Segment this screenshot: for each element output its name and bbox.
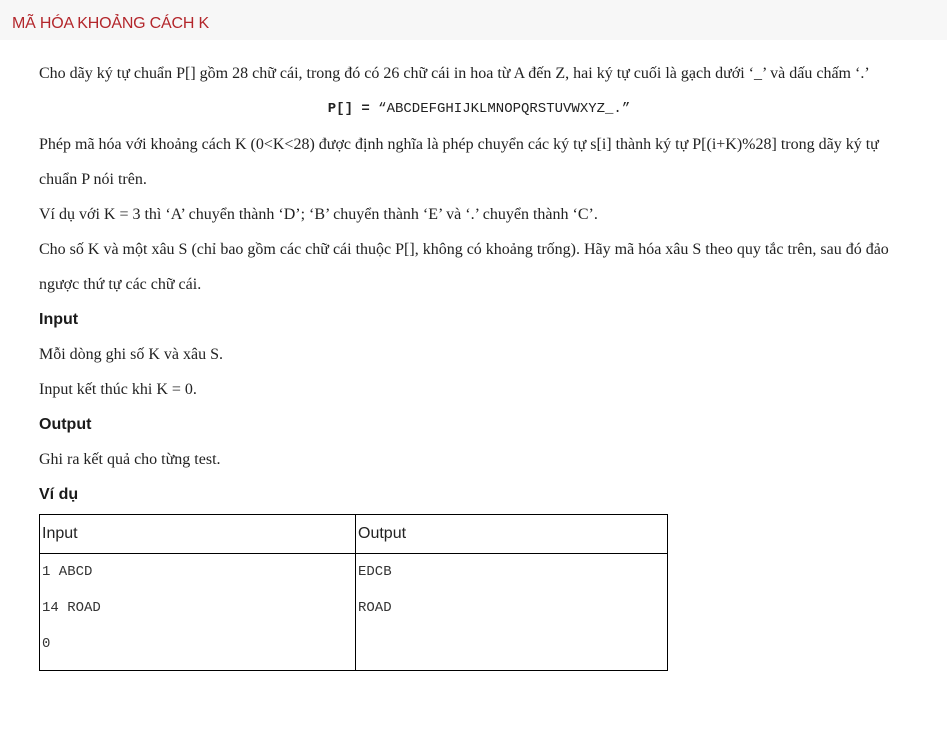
table-header-input: Input <box>39 514 356 554</box>
output-cell-line: ROAD <box>358 600 392 616</box>
input-cell: 1 ABCD 14 ROAD 0 <box>39 553 356 671</box>
definition-paragraph: Phép mã hóa với khoảng cách K (0<K<28) đ… <box>39 136 879 188</box>
intro-paragraph: Cho dãy ký tự chuẩn P[] gồm 28 chữ cái, … <box>39 65 870 82</box>
output-cell-line <box>358 634 665 670</box>
table-row: 1 ABCD 14 ROAD 0 EDCB ROAD <box>39 553 668 671</box>
input-line-1: Mỗi dòng ghi số K và xâu S. <box>39 346 223 363</box>
example-heading: Ví dụ <box>39 486 79 503</box>
input-cell-line: 0 <box>42 636 51 652</box>
problem-statement: Cho dãy ký tự chuẩn P[] gồm 28 chữ cái, … <box>39 56 919 671</box>
input-line-2: Input kết thúc khi K = 0. <box>39 381 197 398</box>
output-cell: EDCB ROAD <box>355 553 668 671</box>
output-heading: Output <box>39 416 92 433</box>
formula: P[] = “ABCDEFGHIJKLMNOPQRSTUVWXYZ_.” <box>39 91 919 127</box>
formula-rhs: “ABCDEFGHIJKLMNOPQRSTUVWXYZ_.” <box>369 101 631 117</box>
example-table: Input Output 1 ABCD 14 ROAD 0 EDCB ROAD <box>39 514 668 671</box>
page-title: MÃ HÓA KHOẢNG CÁCH K <box>12 15 209 32</box>
table-header-row: Input Output <box>39 514 668 554</box>
table-header-output: Output <box>355 514 668 554</box>
input-cell-line: 1 ABCD <box>42 564 93 580</box>
formula-lhs: P[] = <box>327 101 370 117</box>
output-cell-line: EDCB <box>358 564 392 580</box>
example-paragraph: Ví dụ với K = 3 thì ‘A’ chuyển thành ‘D’… <box>39 206 598 223</box>
input-heading: Input <box>39 311 79 328</box>
input-cell-line: 14 ROAD <box>42 600 101 616</box>
output-line-1: Ghi ra kết quả cho từng test. <box>39 451 221 468</box>
task-paragraph: Cho số K và một xâu S (chỉ bao gồm các c… <box>39 241 889 293</box>
